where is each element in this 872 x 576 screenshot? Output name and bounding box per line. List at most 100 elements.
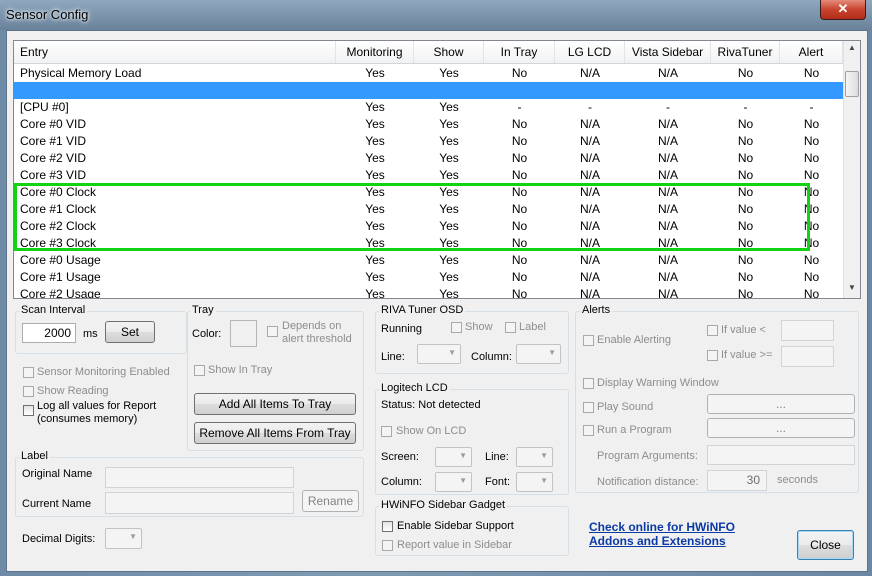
table-cell: Physical Memory Load <box>20 66 142 80</box>
table-cell: Yes <box>365 100 385 114</box>
program-browse-button[interactable]: ... <box>707 418 855 438</box>
table-cell: No <box>511 253 528 267</box>
if-less-checkbox[interactable] <box>707 325 718 336</box>
tray-color-swatch[interactable] <box>230 320 257 347</box>
table-row[interactable]: Physical Memory Load Yes Yes No N/A N/A No No <box>14 65 843 82</box>
riva-label-checkbox[interactable] <box>505 322 516 333</box>
column-header[interactable]: Entry <box>14 41 336 63</box>
lcd-column-label: Column: <box>381 476 422 488</box>
table-cell: Yes <box>365 66 385 80</box>
column-header[interactable]: LG LCD <box>555 41 625 63</box>
table-cell: N/A <box>579 253 600 267</box>
table-cell: Yes <box>439 253 459 267</box>
report-sidebar-checkbox[interactable] <box>382 540 393 551</box>
table-cell: No <box>737 168 754 182</box>
chevron-down-icon: ▼ <box>540 476 548 485</box>
scroll-thumb[interactable] <box>845 71 859 97</box>
lcd-font-label: Font: <box>485 476 511 488</box>
if-ge-checkbox[interactable] <box>707 350 718 361</box>
table-cell: Core #3 VID <box>20 168 87 182</box>
addons-link-line-1[interactable]: Check online for HWiNFO <box>589 520 735 534</box>
table-row[interactable]: Core #0 Usage Yes Yes No N/A N/A No No <box>14 252 843 269</box>
riva-title: RIVA Tuner OSD <box>379 304 466 316</box>
if-less-input[interactable] <box>781 320 834 341</box>
warning-window-label: Display Warning Window <box>597 377 719 389</box>
window-close-button[interactable]: ✕ <box>820 0 866 20</box>
table-cell: No <box>803 287 820 299</box>
table-cell: No <box>737 134 754 148</box>
show-in-tray-label: Show In Tray <box>208 364 273 376</box>
rename-button[interactable]: Rename <box>302 490 359 512</box>
column-header[interactable]: Show <box>414 41 484 63</box>
if-ge-input[interactable] <box>781 346 834 367</box>
original-name-field <box>105 467 294 488</box>
table-cell: No <box>803 66 820 80</box>
table-cell: N/A <box>657 151 678 165</box>
table-row[interactable]: Core #2 VID Yes Yes No N/A N/A No No <box>14 150 843 167</box>
scroll-up-icon[interactable]: ▲ <box>844 43 860 52</box>
close-button[interactable]: Close <box>797 530 854 560</box>
table-cell: No <box>803 270 820 284</box>
lcd-screen-select[interactable]: ▼ <box>435 447 472 467</box>
depends-threshold-checkbox[interactable] <box>267 326 278 337</box>
program-args-input[interactable] <box>707 445 855 465</box>
column-header[interactable]: Monitoring <box>336 41 414 63</box>
lcd-font-select[interactable]: ▼ <box>516 472 553 492</box>
set-button[interactable]: Set <box>105 321 155 343</box>
chevron-down-icon: ▼ <box>459 476 467 485</box>
table-row[interactable]: [CPU #0] Yes Yes - - - - - <box>14 99 843 116</box>
riva-line-select[interactable]: ▼ <box>417 344 461 364</box>
show-reading-checkbox[interactable] <box>23 386 34 397</box>
enable-sidebar-checkbox[interactable] <box>382 521 393 532</box>
add-all-tray-button[interactable]: Add All Items To Tray <box>194 393 356 415</box>
enable-alerting-checkbox[interactable] <box>583 335 594 346</box>
table-cell: Yes <box>365 253 385 267</box>
table-cell: N/A <box>579 287 600 299</box>
table-cell: - <box>517 100 522 114</box>
table-cell: N/A <box>657 168 678 182</box>
column-header[interactable]: RivaTuner <box>711 41 780 63</box>
lcd-column-select[interactable]: ▼ <box>435 472 472 492</box>
lcd-line-select[interactable]: ▼ <box>516 447 553 467</box>
sensor-list[interactable]: Entry Monitoring Show In Tray LG LCD Vista Si… <box>13 40 861 299</box>
remove-all-tray-button[interactable]: Remove All Items From Tray <box>194 422 356 444</box>
addons-link[interactable]: Check online for HWiNFO Addons and Exten… <box>589 520 735 548</box>
list-header: Entry Monitoring Show In Tray LG LCD Vista Si… <box>14 41 843 64</box>
table-cell: No <box>803 134 820 148</box>
table-row[interactable]: Core #0 VID Yes Yes No N/A N/A No No <box>14 116 843 133</box>
table-row[interactable] <box>14 82 843 99</box>
table-cell: N/A <box>579 66 600 80</box>
riva-show-checkbox[interactable] <box>451 322 462 333</box>
table-cell: No <box>511 134 528 148</box>
current-name-input[interactable] <box>105 492 294 514</box>
table-cell: No <box>803 253 820 267</box>
decimal-digits-select[interactable]: ▼ <box>105 528 142 549</box>
table-row[interactable]: Core #2 Usage Yes Yes No N/A N/A No No <box>14 286 843 299</box>
table-cell: N/A <box>579 151 600 165</box>
scroll-down-icon[interactable]: ▼ <box>844 283 860 292</box>
table-row[interactable]: Core #1 VID Yes Yes No N/A N/A No No <box>14 133 843 150</box>
sensor-monitoring-checkbox[interactable] <box>23 367 34 378</box>
table-cell: Yes <box>365 134 385 148</box>
table-cell: Yes <box>439 270 459 284</box>
sound-browse-button[interactable]: ... <box>707 394 855 414</box>
column-header[interactable]: Alert <box>780 41 843 63</box>
column-header[interactable]: Vista Sidebar <box>625 41 711 63</box>
notification-distance-input[interactable]: 30 <box>707 470 767 491</box>
log-all-checkbox[interactable] <box>23 405 34 416</box>
scan-interval-input[interactable]: 2000 <box>22 323 76 343</box>
run-program-checkbox[interactable] <box>583 425 594 436</box>
table-row[interactable]: Core #1 Usage Yes Yes No N/A N/A No No <box>14 269 843 286</box>
show-in-tray-checkbox[interactable] <box>194 365 205 376</box>
column-header[interactable]: In Tray <box>484 41 555 63</box>
title-bar <box>0 0 872 30</box>
play-sound-checkbox[interactable] <box>583 402 594 413</box>
warning-window-checkbox[interactable] <box>583 378 594 389</box>
table-row[interactable]: Core #3 VID Yes Yes No N/A N/A No No <box>14 167 843 184</box>
list-scrollbar[interactable]: ▲ ▼ <box>843 41 860 298</box>
addons-link-line-2[interactable]: Addons and Extensions <box>589 534 735 548</box>
riva-column-select[interactable]: ▼ <box>516 344 561 364</box>
original-name-label: Original Name <box>22 468 93 480</box>
show-on-lcd-checkbox[interactable] <box>381 426 392 437</box>
table-cell: [CPU #0] <box>20 100 69 114</box>
